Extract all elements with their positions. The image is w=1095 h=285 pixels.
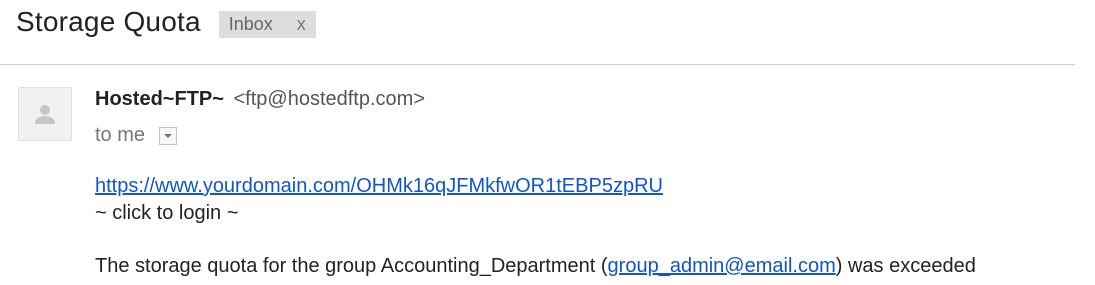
quota-message-prefix: The storage quota for the group Accounti…: [95, 255, 608, 277]
dropdown-arrow-icon: [164, 133, 173, 138]
subject-row: Storage Quota Inbox x: [16, 6, 316, 38]
sender-email: <ftp@hostedftp.com>: [233, 88, 426, 110]
sender-avatar[interactable]: [18, 87, 72, 141]
remove-label-button[interactable]: x: [297, 11, 306, 38]
login-link-line: https://www.yourdomain.com/OHMk16qJFMkfw…: [95, 175, 663, 198]
header-divider: [0, 64, 1075, 65]
recipient-text: to me: [95, 124, 146, 146]
label-chip-text: Inbox: [228, 13, 273, 34]
recipient-line: to me: [95, 124, 178, 147]
quota-message: The storage quota for the group Accounti…: [95, 255, 976, 278]
sender-name[interactable]: Hosted~FTP~: [95, 88, 224, 110]
sender-line: Hosted~FTP~ <ftp@hostedftp.com>: [95, 88, 425, 111]
person-icon: [35, 105, 55, 124]
login-caption: ~ click to login ~: [95, 202, 239, 224]
inbox-label-chip[interactable]: Inbox x: [218, 10, 316, 38]
quota-message-suffix: ) was exceeded: [835, 255, 976, 277]
show-details-button[interactable]: [159, 126, 178, 145]
login-link[interactable]: https://www.yourdomain.com/OHMk16qJFMkfw…: [95, 175, 663, 197]
email-view: Storage Quota Inbox x Hosted~FTP~ <ftp@h…: [0, 0, 1095, 285]
email-subject: Storage Quota: [16, 6, 201, 37]
group-admin-email-link[interactable]: group_admin@email.com: [608, 255, 836, 277]
